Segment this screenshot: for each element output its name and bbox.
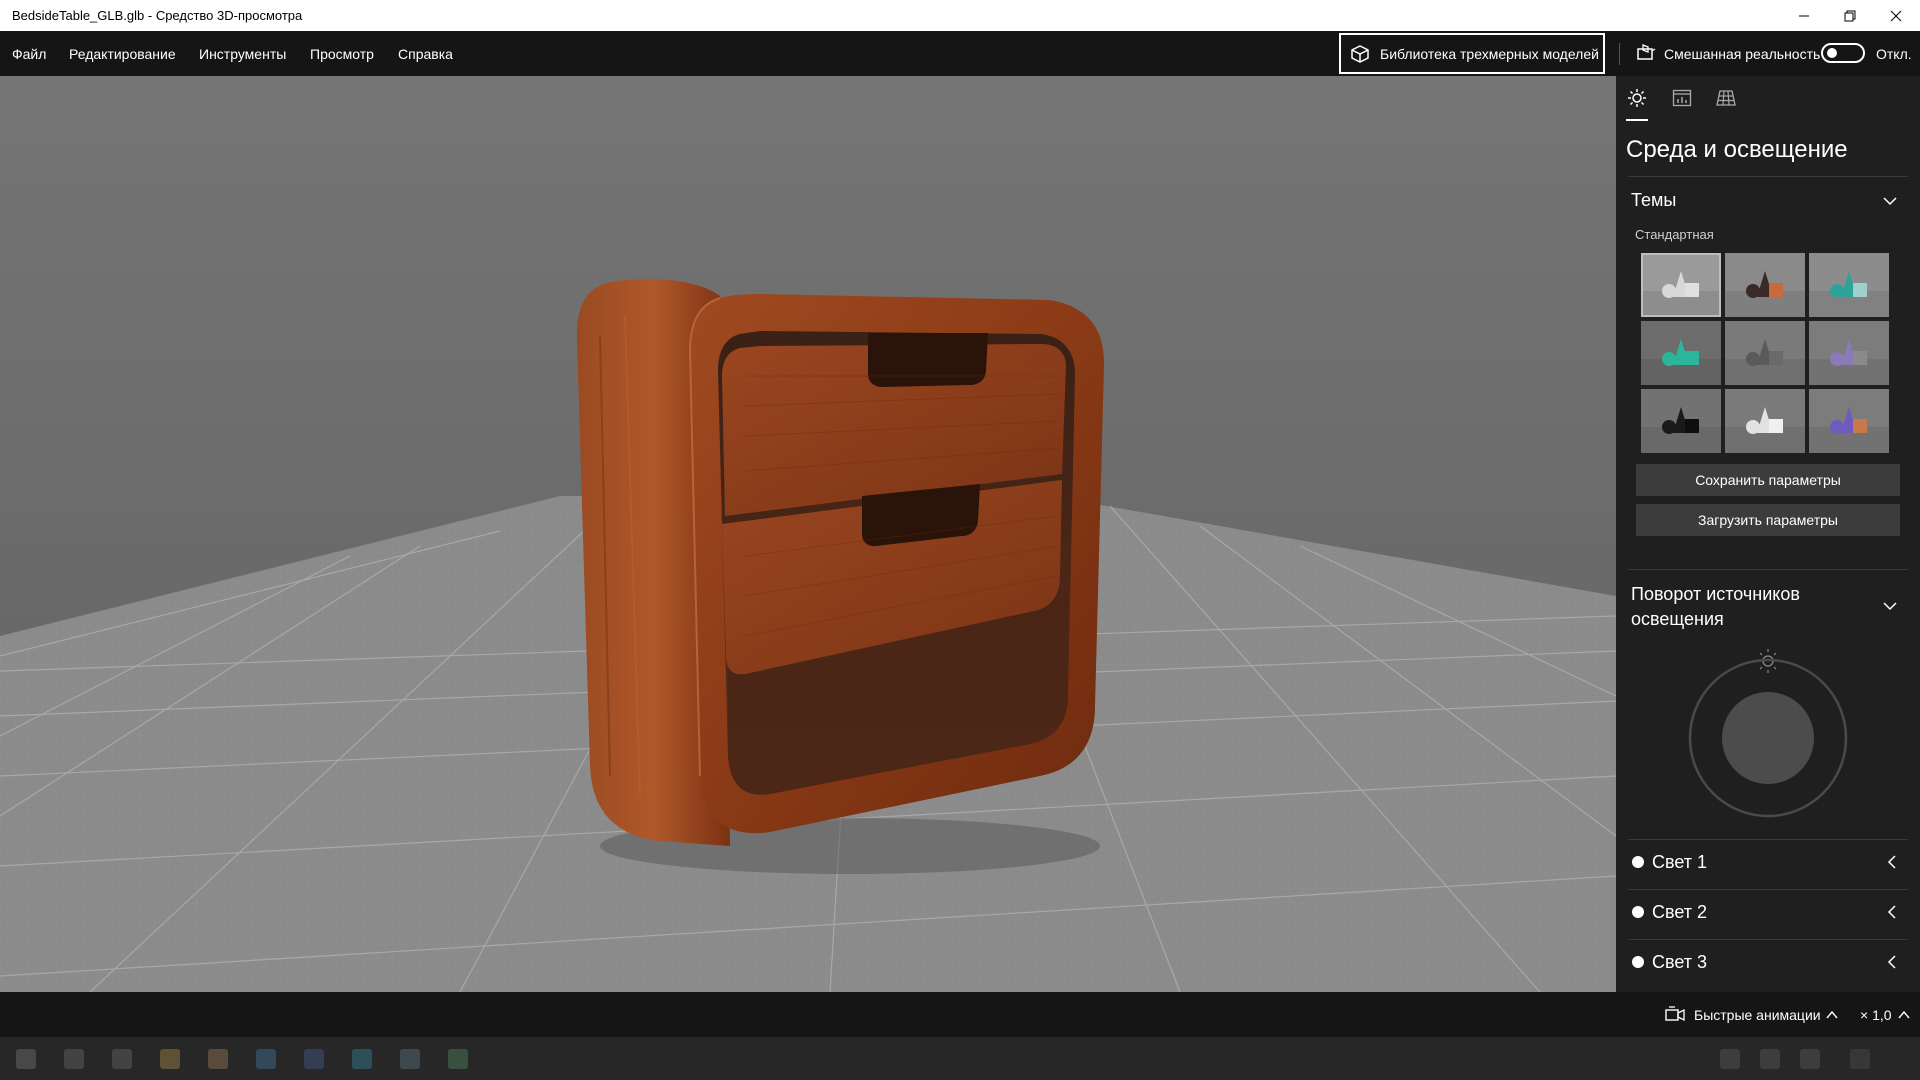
toggle-knob (1827, 48, 1837, 58)
stats-icon (1672, 89, 1692, 107)
theme-preview (1725, 389, 1805, 453)
restore-button[interactable] (1827, 0, 1873, 31)
light-label: Свет 3 (1652, 952, 1708, 972)
grid-icon (1716, 90, 1736, 106)
save-settings-button[interactable]: Сохранить параметры (1636, 464, 1900, 496)
clock-icon[interactable] (1850, 1049, 1870, 1069)
app-icon[interactable] (256, 1049, 276, 1069)
tray-icon[interactable] (1800, 1049, 1820, 1069)
status-bar: Быстрые анимации × 1,0 (0, 992, 1920, 1037)
menu-bar: Файл Редактирование Инструменты Просмотр… (0, 31, 1920, 76)
themes-header[interactable]: Темы (1631, 190, 1676, 211)
rotation-header[interactable]: Поворот источников освещения (1631, 582, 1871, 632)
tray-icon[interactable] (1760, 1049, 1780, 1069)
theme-tile-2[interactable] (1725, 253, 1805, 317)
light-color-dot (1632, 906, 1644, 918)
theme-preview (1809, 389, 1889, 453)
dial-sphere (1722, 692, 1814, 784)
window-title: BedsideTable_GLB.glb - Средство 3D-просм… (12, 8, 303, 23)
explorer-icon[interactable] (160, 1049, 180, 1069)
chevron-left-icon (1887, 855, 1896, 869)
light-label: Свет 2 (1652, 902, 1708, 922)
menu-file[interactable]: Файл (12, 46, 46, 62)
chevron-up-icon[interactable] (1898, 1009, 1910, 1021)
taskbar (0, 1037, 1920, 1080)
theme-tile-6[interactable] (1809, 321, 1889, 385)
themes-group-label: Стандартная (1635, 227, 1714, 242)
panel-title: Среда и освещение (1626, 136, 1848, 163)
mixed-reality-label: Смешанная реальность (1664, 46, 1821, 62)
title-bar: BedsideTable_GLB.glb - Средство 3D-просм… (0, 0, 1920, 31)
menu-view[interactable]: Просмотр (310, 46, 374, 62)
3d-library-label: Библиотека трехмерных моделей (1380, 45, 1599, 62)
app-icon[interactable] (208, 1049, 228, 1069)
restore-icon (1844, 10, 1856, 21)
close-icon (1890, 10, 1902, 21)
tab-stats[interactable] (1670, 86, 1694, 110)
3d-viewport[interactable] (0, 76, 1616, 992)
start-icon[interactable] (16, 1049, 36, 1069)
light-row-2[interactable]: Свет 2 (1628, 890, 1912, 939)
tab-environment[interactable] (1625, 86, 1649, 110)
theme-tile-5[interactable] (1725, 321, 1805, 385)
close-button[interactable] (1873, 0, 1919, 31)
theme-tile-8[interactable] (1725, 389, 1805, 453)
section-divider (1628, 569, 1908, 570)
toggle-state-label: Откл. (1876, 46, 1912, 62)
theme-preview (1725, 321, 1805, 385)
light-color-dot (1632, 856, 1644, 868)
app-icon[interactable] (448, 1049, 468, 1069)
theme-preview (1809, 321, 1889, 385)
app-window: BedsideTable_GLB.glb - Средство 3D-просм… (0, 0, 1920, 1080)
chevron-up-icon[interactable] (1826, 1009, 1838, 1021)
minimize-button[interactable] (1781, 0, 1827, 31)
menu-help[interactable]: Справка (398, 46, 453, 62)
mixed-reality-toggle[interactable] (1821, 43, 1865, 63)
light-label: Свет 1 (1652, 852, 1708, 872)
chevron-down-icon[interactable] (1882, 193, 1898, 209)
speed-value[interactable]: × 1,0 (1860, 1007, 1892, 1023)
section-divider (1628, 176, 1908, 177)
theme-tile-3[interactable] (1809, 253, 1889, 317)
theme-tile-4[interactable] (1641, 321, 1721, 385)
menu-divider (1619, 43, 1620, 65)
search-icon[interactable] (64, 1049, 84, 1069)
theme-preview (1641, 389, 1721, 453)
app-icon[interactable] (400, 1049, 420, 1069)
theme-preview (1725, 253, 1805, 317)
theme-preview (1809, 253, 1889, 317)
light-row-3[interactable]: Свет 3 (1628, 940, 1912, 989)
active-tab-indicator (1626, 119, 1648, 121)
app-icon[interactable] (352, 1049, 372, 1069)
chevron-left-icon (1887, 905, 1896, 919)
tab-grid[interactable] (1714, 86, 1738, 110)
minimize-icon (1799, 15, 1809, 16)
menu-tools[interactable]: Инструменты (199, 46, 286, 62)
light-rotation-dial[interactable] (1682, 643, 1854, 823)
theme-tile-7[interactable] (1641, 389, 1721, 453)
chevron-left-icon (1887, 955, 1896, 969)
animation-icon (1665, 1006, 1685, 1022)
tray-icon[interactable] (1720, 1049, 1740, 1069)
theme-tile-1[interactable] (1641, 253, 1721, 317)
load-settings-button[interactable]: Загрузить параметры (1636, 504, 1900, 536)
theme-preview (1641, 321, 1721, 385)
scene-render (0, 76, 1616, 992)
theme-tile-9[interactable] (1809, 389, 1889, 453)
theme-preview (1641, 253, 1721, 317)
light-row-1[interactable]: Свет 1 (1628, 840, 1912, 889)
theme-grid (1641, 253, 1891, 453)
quick-animations-button[interactable]: Быстрые анимации (1694, 1007, 1821, 1023)
light-color-dot (1632, 956, 1644, 968)
sun-icon (1628, 89, 1646, 107)
chevron-down-icon[interactable] (1882, 598, 1898, 614)
app-icon[interactable] (304, 1049, 324, 1069)
menu-edit[interactable]: Редактирование (69, 46, 176, 62)
3d-library-button[interactable]: Библиотека трехмерных моделей (1339, 33, 1605, 74)
cube-icon (1351, 44, 1369, 63)
mixed-reality-icon (1637, 44, 1656, 60)
taskview-icon[interactable] (112, 1049, 132, 1069)
